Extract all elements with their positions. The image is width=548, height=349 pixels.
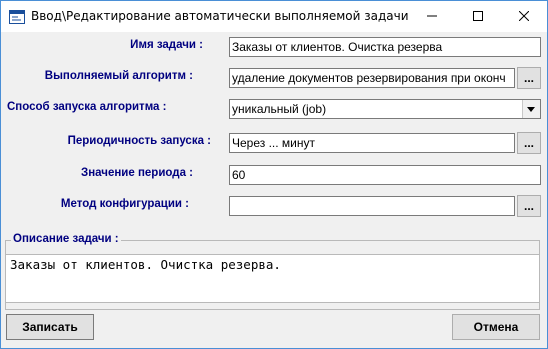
algorithm-input[interactable]: удаление документов резервирования при о… <box>229 68 515 88</box>
launch-method-value: уникальный (job) <box>232 102 327 116</box>
launch-method-dropdown-button[interactable] <box>522 100 540 118</box>
launch-method-select[interactable]: уникальный (job) <box>229 99 541 119</box>
period-value-input[interactable]: 60 <box>229 165 541 185</box>
window-title: Ввод\Редактирование автоматически выполн… <box>31 9 411 23</box>
maximize-icon <box>473 11 483 21</box>
algorithm-label: Выполняемый алгоритм : <box>44 70 193 82</box>
task-name-input[interactable]: Заказы от клиентов. Очистка резерва <box>229 37 541 57</box>
task-name-label: Имя задачи : <box>130 39 203 51</box>
minimize-button[interactable] <box>409 1 455 32</box>
save-button[interactable]: Записать <box>6 314 94 340</box>
algorithm-browse-button[interactable]: ... <box>517 67 541 89</box>
launch-method-label: Способ запуска алгоритма : <box>7 101 167 113</box>
cancel-button[interactable]: Отмена <box>452 314 540 340</box>
config-method-browse-button[interactable]: ... <box>517 195 541 217</box>
description-label: Описание задачи : <box>11 233 121 245</box>
frequency-input[interactable]: Через ... минут <box>229 133 515 153</box>
dialog-window: Ввод\Редактирование автоматически выполн… <box>0 0 548 349</box>
frequency-browse-button[interactable]: ... <box>517 132 541 154</box>
frequency-label: Периодичность запуска : <box>67 135 211 147</box>
config-method-label: Метод конфигурации : <box>60 198 189 210</box>
title-bar[interactable]: Ввод\Редактирование автоматически выполн… <box>1 1 547 32</box>
description-textarea[interactable]: Заказы от клиентов. Очистка резерва. <box>5 254 540 303</box>
close-icon <box>518 10 530 22</box>
chevron-down-icon <box>527 107 535 112</box>
close-button[interactable] <box>501 1 547 32</box>
period-value-label: Значение периода : <box>81 167 193 179</box>
minimize-icon <box>427 15 437 17</box>
app-window-icon <box>9 9 25 24</box>
maximize-button[interactable] <box>455 1 501 32</box>
dialog-body: Имя задачи : Заказы от клиентов. Очистка… <box>1 32 547 348</box>
config-method-input[interactable] <box>229 196 515 216</box>
